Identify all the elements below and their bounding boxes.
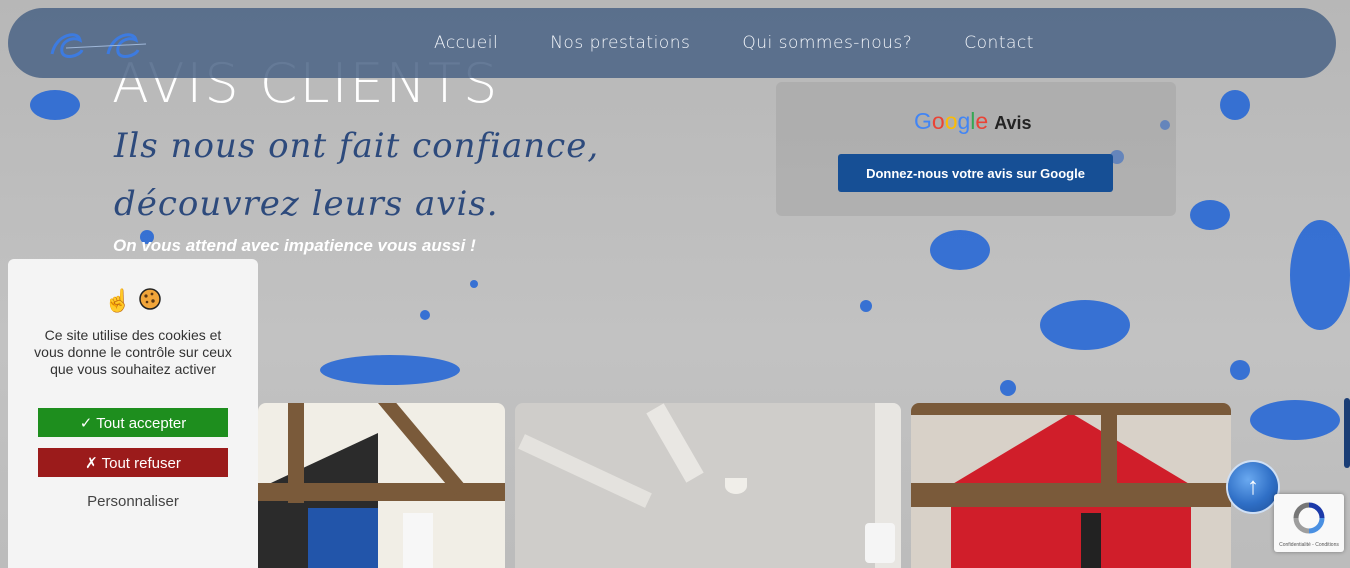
google-logo: Google Avis bbox=[914, 108, 1032, 135]
cookie-message: Ce site utilise des cookies et vous donn… bbox=[34, 327, 232, 377]
google-reviews-card: Google Avis Donnez-nous votre avis sur G… bbox=[776, 82, 1176, 216]
nav-accueil[interactable]: Accueil bbox=[434, 33, 498, 53]
gallery-photo-3[interactable] bbox=[911, 403, 1231, 568]
arrow-up-icon: ↑ bbox=[1247, 473, 1259, 500]
hero-script-line-1: Ils nous ont fait confiance, bbox=[114, 126, 600, 166]
page-scrollbar[interactable] bbox=[1344, 398, 1350, 468]
nav-qui-sommes-nous[interactable]: Qui sommes-nous? bbox=[742, 33, 912, 53]
gallery-photo-1[interactable] bbox=[258, 403, 505, 568]
cookie-icon bbox=[138, 287, 162, 315]
google-review-button[interactable]: Donnez-nous votre avis sur Google bbox=[838, 154, 1113, 192]
google-wordmark: Google bbox=[914, 108, 989, 134]
recaptcha-icon bbox=[1291, 502, 1327, 539]
google-avis-label: Avis bbox=[994, 113, 1032, 133]
recaptcha-links[interactable]: Confidentialité - Conditions bbox=[1274, 542, 1344, 548]
refuse-all-button[interactable]: ✗ Tout refuser bbox=[38, 448, 228, 477]
cookie-consent-panel: ☝ Ce site utilise des cookies et vous do… bbox=[8, 259, 258, 568]
gallery-photo-2[interactable] bbox=[515, 403, 901, 568]
hand-pointing-icon: ☝ bbox=[104, 288, 132, 313]
hero-tagline: On vous attend avec impatience vous auss… bbox=[113, 236, 476, 255]
site-logo[interactable] bbox=[46, 26, 156, 68]
nav-contact[interactable]: Contact bbox=[964, 33, 1034, 53]
scroll-to-top-button[interactable]: ↑ bbox=[1228, 462, 1278, 512]
nav-nos-prestations[interactable]: Nos prestations bbox=[550, 33, 690, 53]
top-navigation-bar: Accueil Nos prestations Qui sommes-nous?… bbox=[8, 8, 1336, 78]
hero-script-line-2: découvrez leurs avis. bbox=[114, 184, 499, 224]
customize-link[interactable]: Personnaliser bbox=[8, 493, 258, 510]
recaptcha-badge[interactable]: Confidentialité - Conditions bbox=[1274, 494, 1344, 552]
accept-all-button[interactable]: ✓ Tout accepter bbox=[38, 408, 228, 437]
